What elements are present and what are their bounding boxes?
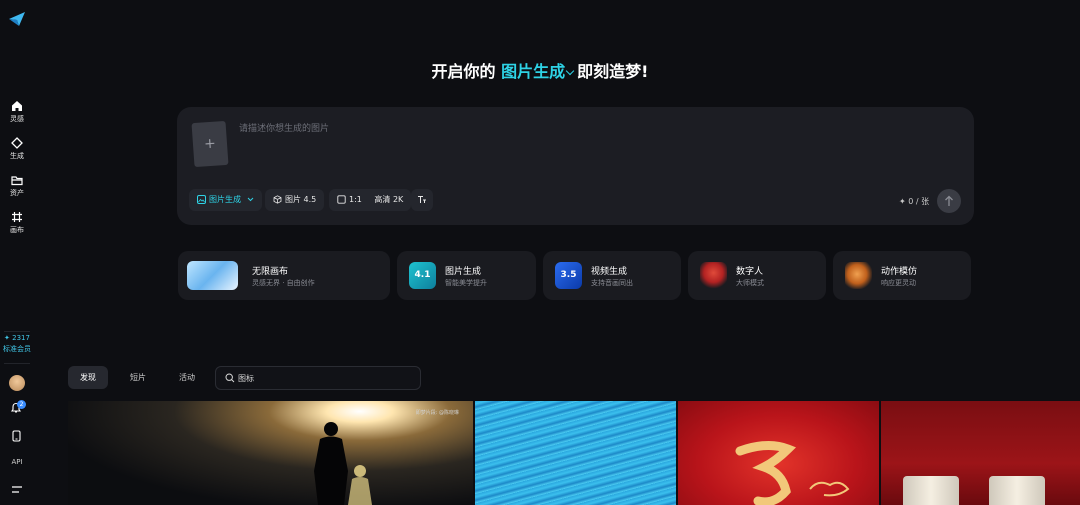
sidebar-item-label: 生成	[10, 152, 24, 160]
digital-human-thumbnail	[700, 262, 727, 289]
points-balance[interactable]: ✦ 2317 标准会员	[0, 334, 34, 354]
aspect-ratio-icon	[337, 195, 346, 204]
title-suffix: 即刻造梦!	[577, 62, 649, 81]
mode-dropdown-label: 图片生成	[209, 195, 241, 204]
sidebar-divider	[4, 363, 30, 364]
gallery-item[interactable]	[881, 401, 1080, 505]
feature-card-motion-mimic[interactable]: 动作模仿 响应更灵动	[833, 251, 971, 300]
image-icon	[197, 195, 206, 204]
api-link[interactable]: API	[0, 458, 34, 466]
video-gen-badge: 3.5	[555, 262, 582, 289]
tab-events[interactable]: 活动	[167, 366, 207, 389]
feature-subtitle: 智能美学提升	[445, 279, 487, 287]
mode-selector[interactable]: 图片生成	[501, 62, 577, 81]
feature-title: 数字人	[736, 267, 764, 277]
feature-title: 动作模仿	[881, 267, 918, 277]
home-icon	[12, 101, 22, 111]
prompt-input[interactable]: 请描述你想生成的图片	[239, 121, 329, 134]
prompt-panel: + 请描述你想生成的图片 图片生成 图片 4.5 1:1 高清 2K ✦ 0 /…	[177, 107, 974, 225]
tab-discover[interactable]: 发现	[68, 366, 108, 389]
mobile-icon[interactable]	[11, 430, 22, 442]
arrow-up-icon	[945, 195, 953, 206]
folder-icon	[11, 176, 23, 186]
mode-selector-label: 图片生成	[501, 62, 566, 81]
search-icon	[225, 373, 235, 383]
sidebar-item-canvas[interactable]: 画布	[0, 211, 34, 235]
scroll-ornament	[989, 476, 1045, 505]
feature-subtitle: 灵感无界 · 自由创作	[252, 279, 315, 287]
feature-card-image-generation[interactable]: 4.1 图片生成 智能美学提升	[397, 251, 536, 300]
feature-title: 图片生成	[445, 267, 482, 277]
chevron-down-icon	[247, 197, 253, 202]
sidebar-item-label: 画布	[10, 226, 24, 234]
model-selector-label: 图片 4.5	[285, 195, 317, 204]
canvas-icon	[12, 212, 22, 222]
title-prefix: 开启你的	[431, 62, 496, 81]
avatar[interactable]	[9, 375, 25, 391]
feature-subtitle: 响应更灵动	[881, 279, 916, 287]
horse-calligraphy-art	[735, 441, 850, 505]
motion-mimic-thumbnail	[845, 262, 872, 289]
plus-icon: +	[203, 135, 217, 153]
sidebar-divider	[4, 331, 30, 332]
search-box[interactable]	[215, 366, 421, 390]
sidebar-item-label: 资产	[10, 189, 24, 197]
search-input[interactable]	[238, 371, 418, 386]
app-root: 灵感 生成 资产 画布 ✦ 2317 标准会员 2 API 开启你的 图片生成即…	[0, 0, 1080, 505]
points-value: ✦ 2317	[4, 334, 30, 342]
credit-cost: ✦ 0 / 张	[899, 197, 930, 206]
text-style-button[interactable]	[411, 189, 433, 211]
upload-reference-button[interactable]: +	[191, 120, 229, 168]
quality-label: 高清 2K	[374, 195, 404, 204]
scroll-ornament	[903, 476, 959, 505]
sidebar-item-generate[interactable]: 生成	[0, 137, 34, 161]
sidebar-item-assets[interactable]: 资产	[0, 174, 34, 198]
submit-button[interactable]	[937, 189, 961, 213]
gallery-item[interactable]: 即梦片段: @陈晓琳	[68, 401, 473, 505]
feature-card-infinite-canvas[interactable]: 无限画布 灵感无界 · 自由创作	[178, 251, 390, 300]
chevron-down-icon	[565, 66, 575, 76]
notification-badge: 2	[17, 400, 26, 409]
feature-subtitle: 大师模式	[736, 279, 764, 287]
mode-dropdown-button[interactable]: 图片生成	[189, 189, 262, 211]
page-title: 开启你的 图片生成 即刻造梦!	[0, 58, 1080, 82]
sidebar-item-label: 灵感	[10, 115, 24, 123]
tab-shorts[interactable]: 短片	[118, 366, 158, 389]
feature-title: 视频生成	[591, 267, 628, 277]
ratio-label: 1:1	[349, 195, 362, 204]
gallery-item[interactable]	[475, 401, 676, 505]
menu-icon[interactable]	[11, 485, 23, 495]
membership-tier: 标准会员	[3, 345, 31, 353]
sidebar-item-inspiration[interactable]: 灵感	[0, 100, 34, 124]
model-selector-button[interactable]: 图片 4.5	[265, 189, 325, 211]
pegasus-thumbnail	[187, 261, 238, 290]
gallery-item[interactable]	[678, 401, 879, 505]
logo-icon[interactable]	[8, 10, 26, 28]
feature-subtitle: 支持音画同出	[591, 279, 633, 287]
feature-card-video-generation[interactable]: 3.5 视频生成 支持音画同出	[543, 251, 681, 300]
image-gen-badge: 4.1	[409, 262, 436, 289]
feature-title: 无限画布	[252, 267, 289, 277]
feature-card-digital-human[interactable]: 数字人 大师模式	[688, 251, 826, 300]
diamond-icon	[11, 137, 23, 149]
cube-icon	[273, 195, 282, 204]
silhouette-figures	[314, 422, 372, 505]
ratio-quality-button[interactable]: 1:1 高清 2K	[329, 189, 412, 211]
text-icon	[418, 196, 426, 203]
